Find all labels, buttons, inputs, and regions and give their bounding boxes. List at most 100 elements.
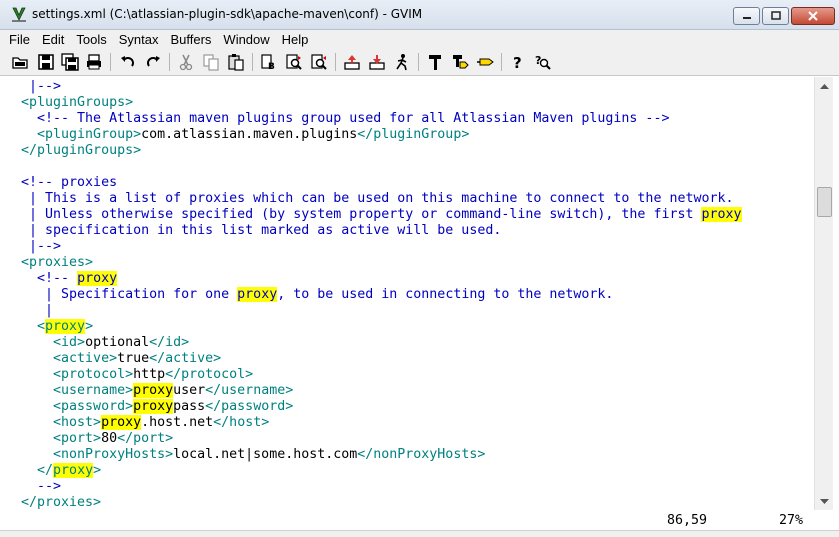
code-token: <pluginGroup>	[5, 127, 142, 142]
editor-line[interactable]: </proxies>	[5, 495, 101, 510]
editor-line[interactable]: <active>true</active>	[5, 351, 221, 367]
toolbar-separator	[252, 53, 253, 71]
redo-button[interactable]	[143, 52, 163, 72]
load-session-button[interactable]	[342, 52, 362, 72]
code-token: |-->	[5, 239, 62, 254]
menu-help[interactable]: Help	[276, 32, 315, 47]
run-script-button[interactable]	[392, 52, 412, 72]
scroll-up-button[interactable]	[816, 77, 833, 94]
menu-syntax[interactable]: Syntax	[113, 32, 165, 47]
editor-line[interactable]: <proxies>	[5, 255, 93, 271]
editor-line[interactable]: <pluginGroup>com.atlassian.maven.plugins…	[5, 127, 469, 143]
menu-edit[interactable]: Edit	[36, 32, 70, 47]
print-button[interactable]	[84, 52, 104, 72]
scroll-down-icon	[820, 498, 829, 504]
code-token: |-->	[5, 79, 62, 94]
editor-line[interactable]: <proxy>	[5, 319, 93, 335]
code-token: </active>	[149, 351, 222, 366]
copy-icon	[203, 54, 219, 71]
replace-button[interactable]: B	[259, 52, 279, 72]
svg-text:?: ?	[513, 54, 522, 71]
toolbar-separator	[501, 53, 502, 71]
editor-line[interactable]: <!-- proxy	[5, 271, 118, 287]
maximize-icon	[770, 11, 781, 20]
save-icon	[38, 54, 54, 70]
editor-line[interactable]: | This is a list of proxies which can be…	[5, 191, 733, 207]
code-token: 80	[101, 431, 118, 446]
editor-line[interactable]: <pluginGroups>	[5, 95, 133, 111]
menu-tools[interactable]: Tools	[70, 32, 112, 47]
code-token: </username>	[205, 383, 294, 398]
build-tags-button[interactable]	[450, 52, 470, 72]
editor-text-area[interactable]: |--> <pluginGroups> <!-- The Atlassian m…	[0, 77, 814, 510]
code-token: proxy	[133, 399, 174, 414]
editor-line[interactable]: <password>proxypass</password>	[5, 399, 293, 415]
maximize-button[interactable]	[762, 7, 789, 25]
editor-line[interactable]: <port>80</port>	[5, 431, 173, 447]
close-button[interactable]	[791, 7, 835, 25]
save-button[interactable]	[36, 52, 56, 72]
code-token: com.atlassian.maven.plugins	[141, 127, 358, 142]
editor-line[interactable]: <!-- proxies	[5, 175, 117, 191]
save-session-button[interactable]	[367, 52, 387, 72]
code-token: <!--	[5, 271, 78, 286]
window-title: settings.xml (C:\atlassian-plugin-sdk\ap…	[32, 7, 423, 21]
code-token: | specification in this list marked as a…	[5, 223, 502, 238]
make-button[interactable]	[425, 52, 445, 72]
editor-line[interactable]: </pluginGroups>	[5, 143, 141, 159]
editor-line[interactable]: <!-- The Atlassian maven plugins group u…	[5, 111, 669, 127]
menu-window[interactable]: Window	[217, 32, 275, 47]
gvim-app-icon[interactable]	[10, 6, 28, 24]
help-button[interactable]: ?	[508, 52, 528, 72]
scroll-down-button[interactable]	[816, 493, 833, 510]
editor-line[interactable]: | specification in this list marked as a…	[5, 223, 501, 239]
code-token: </pluginGroup>	[357, 127, 470, 142]
code-token: <password>	[5, 399, 134, 414]
menu-buffers[interactable]: Buffers	[164, 32, 217, 47]
cut-button[interactable]	[176, 52, 196, 72]
editor-line[interactable]: | Unless otherwise specified (by system …	[5, 207, 742, 223]
window-bottom-border	[0, 530, 839, 537]
code-token: <host>	[5, 415, 102, 430]
scroll-thumb[interactable]	[817, 187, 832, 217]
code-token: proxy	[45, 319, 86, 334]
find-next-button[interactable]	[284, 52, 304, 72]
build-tags-icon	[453, 55, 469, 69]
vertical-scrollbar[interactable]	[814, 77, 833, 510]
editor-line[interactable]: -->	[5, 479, 61, 495]
editor-line[interactable]: |-->	[5, 79, 61, 95]
menu-file[interactable]: File	[0, 32, 36, 47]
code-token: true	[117, 351, 150, 366]
editor-line[interactable]: <id>optional</id>	[5, 335, 189, 351]
minimize-icon	[742, 17, 751, 19]
find-prev-button[interactable]	[309, 52, 329, 72]
undo-button[interactable]	[118, 52, 138, 72]
find-help-button[interactable]: ?	[533, 52, 553, 72]
editor-line[interactable]: <protocol>http</protocol>	[5, 367, 253, 383]
title-bar[interactable]: settings.xml (C:\atlassian-plugin-sdk\ap…	[0, 0, 839, 30]
editor-line[interactable]: </proxy>	[5, 463, 101, 479]
code-token: </nonProxyHosts>	[357, 447, 486, 462]
open-icon	[12, 57, 28, 69]
editor-line[interactable]: <nonProxyHosts>local.net|some.host.com</…	[5, 447, 485, 463]
code-token: >	[85, 319, 94, 334]
find-next-icon	[286, 54, 302, 70]
save-all-button[interactable]	[60, 52, 80, 72]
code-token: <port>	[5, 431, 102, 446]
open-button[interactable]	[10, 52, 30, 72]
editor-line[interactable]: <host>proxy.host.net</host>	[5, 415, 269, 431]
paste-button[interactable]	[226, 52, 246, 72]
editor-line[interactable]: |-->	[5, 239, 61, 255]
jump-tag-button[interactable]	[475, 52, 495, 72]
code-token: <	[5, 319, 46, 334]
code-token: | Unless otherwise specified (by system …	[5, 207, 702, 222]
code-token: proxy	[53, 463, 94, 478]
editor-line[interactable]: <username>proxyuser</username>	[5, 383, 293, 399]
copy-button[interactable]	[201, 52, 221, 72]
editor-line[interactable]: |	[5, 303, 53, 319]
minimize-button[interactable]	[733, 7, 760, 25]
help-icon: ?	[513, 54, 522, 71]
code-token: <pluginGroups>	[5, 95, 134, 110]
code-token: proxy	[77, 271, 118, 286]
editor-line[interactable]: | Specification for one proxy, to be use…	[5, 287, 613, 303]
